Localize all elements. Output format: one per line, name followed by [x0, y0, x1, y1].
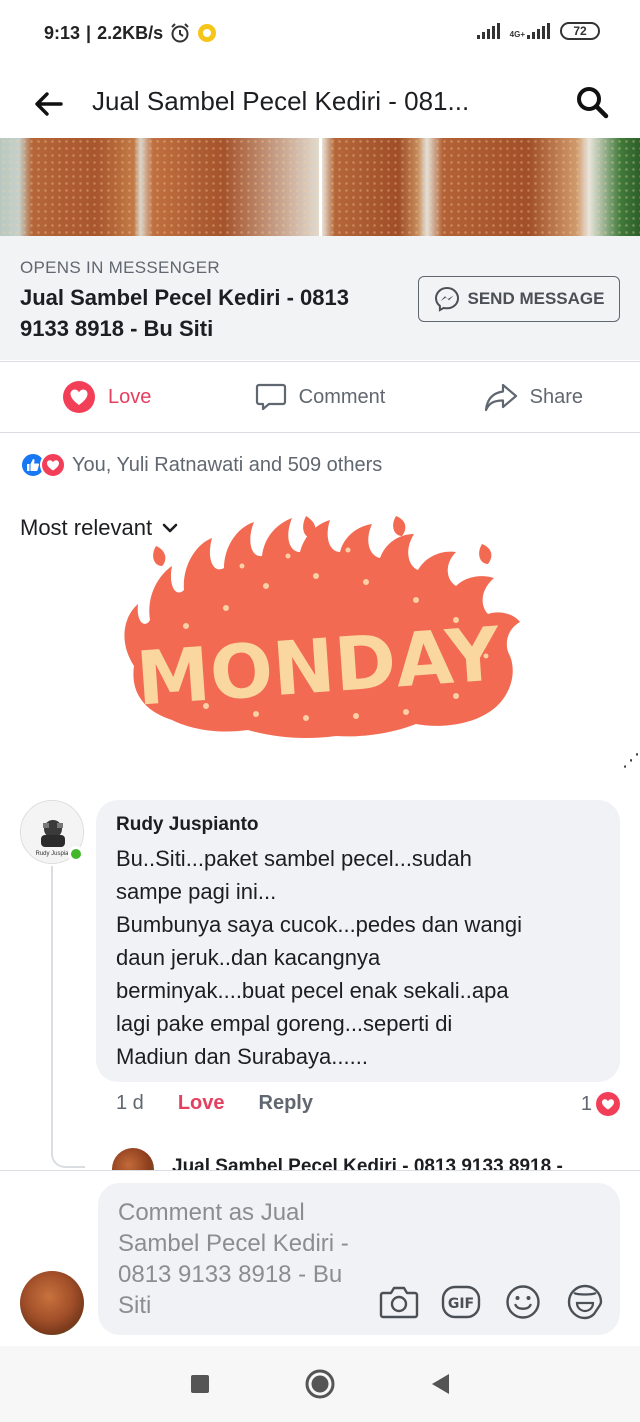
comment-reaction-number: 1 — [580, 1092, 592, 1115]
comment-love-button[interactable]: Love — [178, 1092, 225, 1115]
recent-apps-button[interactable] — [182, 1366, 218, 1402]
comment-reply-button[interactable]: Reply — [259, 1092, 313, 1115]
reply-avatar — [112, 1148, 154, 1172]
status-time: 9:13 — [44, 22, 81, 43]
status-bar: 9:13 | 2.2KB/s 4G+ 72 — [0, 0, 640, 70]
comment-love-icon — [596, 1092, 620, 1116]
comment-icon — [255, 383, 286, 411]
reaction-icons — [20, 452, 66, 478]
comment-input[interactable]: Comment as Jual Sambel Pecel Kediri - 08… — [98, 1183, 620, 1335]
share-icon — [484, 383, 517, 412]
messenger-cta: OPENS IN MESSENGER Jual Sambel Pecel Ked… — [0, 236, 640, 360]
comment-meta: 1 d Love Reply — [116, 1092, 313, 1115]
status-right: 4G+ 72 — [476, 22, 600, 40]
sticker-button[interactable] — [564, 1281, 606, 1323]
composer-avatar — [20, 1271, 84, 1335]
camera-button[interactable] — [378, 1281, 420, 1323]
back-nav-button[interactable] — [422, 1366, 458, 1402]
more-options-dots[interactable]: ⋰ — [622, 750, 640, 771]
post-photos[interactable] — [0, 138, 640, 236]
monday-sticker[interactable]: MONDAY — [116, 516, 520, 742]
comment-author[interactable]: Rudy Juspianto — [116, 814, 600, 836]
comment-time: 1 d — [116, 1092, 144, 1114]
signal-icon — [476, 23, 500, 39]
notification-dot-icon — [198, 24, 217, 42]
thread-connector — [51, 866, 85, 1168]
home-button[interactable] — [302, 1366, 338, 1402]
battery-indicator: 72 — [560, 22, 600, 40]
post-actions: Love Comment Share — [0, 361, 640, 433]
page-title: Jual Sambel Pecel Kediri - 081... — [92, 86, 470, 116]
love-action-button[interactable]: Love — [0, 362, 213, 432]
comment-composer: Comment as Jual Sambel Pecel Kediri - 08… — [0, 1170, 640, 1346]
sticker-icon — [567, 1284, 603, 1320]
gif-icon: GIF — [441, 1285, 481, 1319]
comment-input-placeholder: Comment as Jual Sambel Pecel Kediri - 08… — [118, 1199, 349, 1319]
reactions-summary[interactable]: You, Yuli Ratnawati and 509 others — [20, 452, 382, 478]
search-icon — [577, 87, 609, 119]
page-name[interactable]: Jual Sambel Pecel Kediri - 0813 9133 891… — [20, 282, 400, 344]
comment-action-button[interactable]: Comment — [213, 362, 426, 432]
gif-button[interactable]: GIF — [440, 1281, 482, 1323]
send-message-label: SEND MESSAGE — [467, 289, 605, 308]
status-divider: | — [86, 22, 92, 43]
share-action-label: Share — [529, 385, 583, 408]
composer-tools: GIF — [378, 1281, 606, 1323]
love-reaction-icon — [62, 381, 95, 413]
post-photo-right[interactable] — [321, 138, 640, 236]
comment-bubble[interactable]: Rudy Juspianto Bu..Siti...paket sambel p… — [96, 800, 620, 1082]
online-status-indicator — [68, 846, 84, 862]
signal-4g-icon — [527, 23, 550, 39]
triangle-back-icon — [432, 1374, 449, 1394]
opens-in-messenger-label: OPENS IN MESSENGER — [20, 258, 220, 277]
square-icon — [191, 1375, 209, 1393]
alarm-icon — [171, 23, 189, 43]
send-message-button[interactable]: SEND MESSAGE — [418, 276, 620, 322]
love-reaction-small-icon — [40, 452, 66, 478]
post-photo-left[interactable] — [0, 138, 319, 236]
reactions-summary-text: You, Yuli Ratnawati and 509 others — [72, 453, 383, 476]
back-arrow-icon — [35, 92, 63, 116]
camera-icon — [379, 1286, 419, 1319]
love-action-label: Love — [107, 385, 152, 408]
messenger-icon — [434, 286, 459, 312]
circle-icon — [305, 1369, 335, 1399]
search-button[interactable] — [570, 80, 614, 124]
system-navigation-bar — [0, 1346, 640, 1422]
status-left: 9:13 | 2.2KB/s — [44, 22, 217, 44]
emoji-icon — [506, 1285, 540, 1319]
comment-action-label: Comment — [298, 385, 386, 408]
reply-preview[interactable]: Jual Sambel Pecel Kediri - 0813 9133 891… — [112, 1148, 640, 1172]
emoji-button[interactable] — [502, 1281, 544, 1323]
svg-text:GIF: GIF — [448, 1296, 474, 1312]
back-button[interactable] — [28, 84, 68, 124]
status-speed: 2.2KB/s — [97, 22, 164, 43]
comment-text: Bu..Siti...paket sambel pecel...sudah sa… — [116, 846, 523, 1069]
app-header: Jual Sambel Pecel Kediri - 081... — [0, 70, 640, 138]
comment-reaction-count[interactable]: 1 — [581, 1092, 620, 1116]
share-action-button[interactable]: Share — [427, 362, 640, 432]
network-type-label: 4G+ — [509, 30, 525, 39]
